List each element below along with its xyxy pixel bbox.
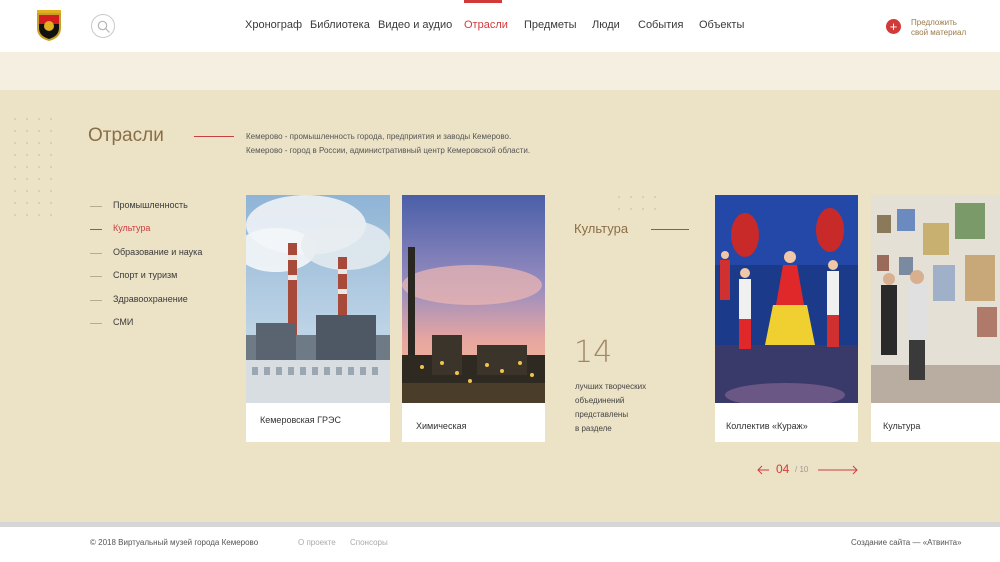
logo[interactable] xyxy=(34,8,64,42)
nav-item-events[interactable]: События xyxy=(638,19,683,31)
nav-item-library[interactable]: Библиотека xyxy=(310,19,370,31)
site-header: Хронограф Библиотека Видео и аудио Отрас… xyxy=(0,0,1000,52)
card-title: Кемеровская ГРЭС xyxy=(260,415,341,425)
nav-item-sites[interactable]: Объекты xyxy=(699,19,744,31)
category-label: СМИ xyxy=(113,317,134,327)
category-dash xyxy=(90,276,102,277)
footer-link-about[interactable]: О проекте xyxy=(298,538,336,547)
culture-desc-line: лучших творческих xyxy=(575,382,647,391)
card-title: Культура xyxy=(883,421,921,431)
card-power-plant[interactable]: Кемеровская ГРЭС xyxy=(246,195,390,442)
culture-description: лучших творческих объединений представле… xyxy=(575,380,675,436)
pager-prev-button[interactable] xyxy=(757,462,769,475)
copyright: © 2018 Виртуальный музей города Кемерово xyxy=(90,538,259,547)
card-title: Коллектив «Кураж» xyxy=(726,421,808,431)
active-nav-indicator xyxy=(464,0,502,3)
card-image xyxy=(402,195,545,403)
pager-total: / 10 xyxy=(795,465,809,474)
title-divider xyxy=(194,136,234,137)
category-label: Образование и наука xyxy=(113,247,203,257)
suggest-material-link[interactable]: Предложить свой материал xyxy=(911,18,966,38)
top-band xyxy=(0,52,1000,90)
category-dash xyxy=(90,323,102,324)
card-image xyxy=(246,195,390,403)
site-footer: © 2018 Виртуальный музей города Кемерово… xyxy=(0,527,1000,562)
arrow-right-icon xyxy=(818,465,858,475)
culture-divider xyxy=(651,229,689,230)
arrow-left-icon xyxy=(757,465,769,475)
pager-next-button[interactable] xyxy=(818,462,858,475)
card-chemical[interactable]: Химическая xyxy=(402,195,545,442)
search-icon xyxy=(97,20,110,33)
card-culture-gallery[interactable]: Культура xyxy=(871,195,1000,442)
culture-heading: Культура xyxy=(574,221,629,236)
suggest-line-1: Предложить xyxy=(911,18,957,27)
category-label: Здравоохранение xyxy=(113,294,188,304)
intro-line: Кемерово - город в России, административ… xyxy=(246,146,531,155)
nav-item-people[interactable]: Люди xyxy=(592,19,620,31)
nav-item-video-audio[interactable]: Видео и аудио xyxy=(378,19,452,31)
footer-link-sponsors[interactable]: Спонсоры xyxy=(350,538,388,547)
nav-item-objects-items[interactable]: Предметы xyxy=(524,19,577,31)
intro-line: Кемерово - промышленность города, предпр… xyxy=(246,132,512,141)
culture-desc-line: объединений xyxy=(575,396,625,405)
category-label: Культура xyxy=(113,223,151,233)
card-image xyxy=(871,195,1000,403)
category-label: Спорт и туризм xyxy=(113,270,178,280)
nav-item-chronograph[interactable]: Хронограф xyxy=(245,19,302,31)
category-dash xyxy=(90,206,102,207)
culture-desc-line: в разделе xyxy=(575,424,612,433)
search-button[interactable] xyxy=(91,14,115,38)
category-dash xyxy=(90,300,102,301)
suggest-line-2: свой материал xyxy=(911,28,967,37)
plus-icon[interactable]: + xyxy=(886,19,901,34)
page-title: Отрасли xyxy=(88,125,164,146)
pager-current: 04 xyxy=(776,462,790,476)
category-dash xyxy=(90,253,102,254)
nav-item-industries[interactable]: Отрасли xyxy=(464,19,508,31)
culture-desc-line: представлены xyxy=(575,410,629,419)
category-label: Промышленность xyxy=(113,200,188,210)
footer-credit-link[interactable]: Создание сайта — «Атвинта» xyxy=(851,538,962,547)
card-dance-collective[interactable]: Коллектив «Кураж» xyxy=(715,195,858,442)
card-image xyxy=(715,195,858,403)
category-dash xyxy=(90,229,102,230)
card-title: Химическая xyxy=(416,421,467,431)
culture-count: 14 xyxy=(574,335,613,370)
section-intro: Кемерово - промышленность города, предпр… xyxy=(246,130,576,158)
